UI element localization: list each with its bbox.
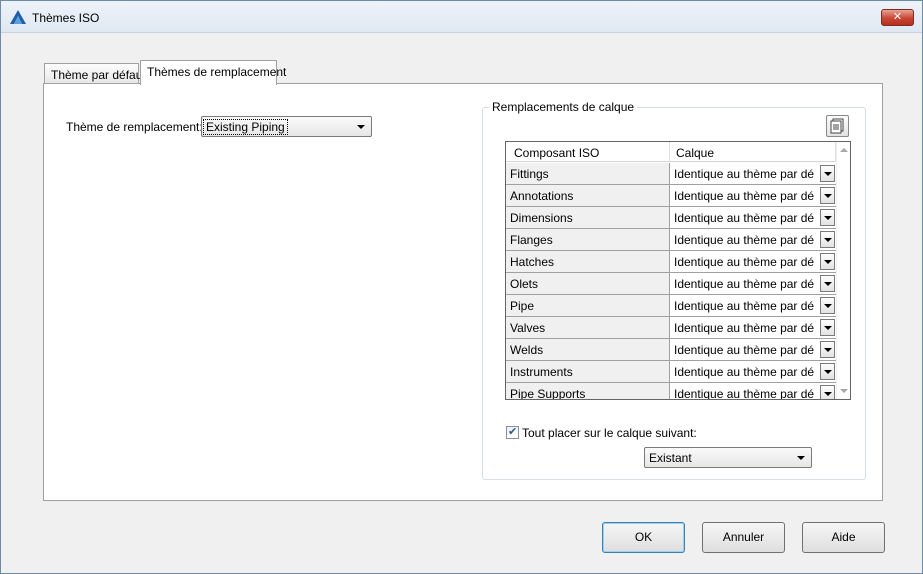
layer-value: Identique au thème par défaut [674, 387, 814, 400]
autocad-logo-icon [10, 10, 26, 24]
component-cell: Hatches [506, 251, 670, 272]
window-title: Thèmes ISO [32, 11, 100, 25]
chevron-down-icon [824, 172, 832, 176]
close-button[interactable]: ✕ [881, 9, 914, 26]
layer-cell[interactable]: Identique au thème par défaut [670, 383, 836, 400]
layer-value: Identique au thème par défaut [674, 321, 814, 335]
table-row: Annotations Identique au thème par défau… [506, 185, 836, 207]
layer-dropdown-button[interactable] [820, 253, 835, 270]
chevron-down-icon [824, 304, 832, 308]
table-row: Olets Identique au thème par défaut [506, 273, 836, 295]
scroll-up-icon[interactable] [840, 148, 848, 152]
tab-default-theme[interactable]: Thème par défaut [44, 63, 146, 84]
dialog-window: Thèmes ISO ✕ Thème par défaut Thèmes de … [0, 0, 923, 574]
table-row: Hatches Identique au thème par défaut [506, 251, 836, 273]
table-row: Dimensions Identique au thème par défaut [506, 207, 836, 229]
override-theme-label: Thème de remplacement: [66, 120, 203, 134]
chevron-down-icon [797, 456, 805, 460]
chevron-down-icon [824, 392, 832, 396]
scroll-down-icon[interactable] [840, 389, 848, 393]
tab-label: Thème par défaut [51, 68, 146, 82]
layer-cell[interactable]: Identique au thème par défaut [670, 273, 836, 294]
layer-value: Identique au thème par défaut [674, 189, 814, 203]
component-cell: Annotations [506, 185, 670, 206]
layer-dropdown-button[interactable] [820, 319, 835, 336]
component-cell: Instruments [506, 361, 670, 382]
component-cell: Welds [506, 339, 670, 360]
component-cell: Pipe [506, 295, 670, 316]
component-cell: Valves [506, 317, 670, 338]
table-row: Fittings Identique au thème par défaut [506, 163, 836, 185]
place-all-label[interactable]: Tout placer sur le calque suivant: [522, 426, 697, 440]
layer-overrides-table: Composant ISO Calque Fittings Identique … [505, 141, 851, 400]
checkmark-icon: ✔ [508, 426, 518, 438]
layer-dropdown-button[interactable] [820, 187, 835, 204]
tab-label: Thèmes de remplacement [147, 65, 287, 79]
place-all-checkbox[interactable]: ✔ [506, 426, 519, 439]
layer-dropdown-button[interactable] [820, 385, 835, 399]
layer-manager-button[interactable] [826, 115, 849, 137]
layer-cell[interactable]: Identique au thème par défaut [670, 317, 836, 338]
layer-cell[interactable]: Identique au thème par défaut [670, 207, 836, 228]
chevron-down-icon [824, 348, 832, 352]
layer-cell[interactable]: Identique au thème par défaut [670, 295, 836, 316]
chevron-down-icon [357, 125, 365, 129]
layer-dropdown-button[interactable] [820, 231, 835, 248]
tab-override-themes[interactable]: Thèmes de remplacement [140, 60, 286, 85]
layer-dropdown-button[interactable] [820, 341, 835, 358]
layer-dropdown-button[interactable] [820, 275, 835, 292]
chevron-down-icon [824, 326, 832, 330]
table-row: Pipe Supports Identique au thème par déf… [506, 383, 836, 400]
help-button[interactable]: Aide [802, 522, 885, 553]
chevron-down-icon [824, 282, 832, 286]
override-theme-value: Existing Piping [203, 119, 288, 135]
layer-value: Identique au thème par défaut [674, 299, 814, 313]
layer-stack-icon [830, 118, 844, 134]
table-row: Instruments Identique au thème par défau… [506, 361, 836, 383]
layer-value: Identique au thème par défaut [674, 365, 814, 379]
column-header-component[interactable]: Composant ISO [506, 142, 670, 162]
layer-value: Identique au thème par défaut [674, 233, 814, 247]
component-cell: Flanges [506, 229, 670, 250]
table-header: Composant ISO Calque [506, 142, 836, 162]
cancel-button[interactable]: Annuler [702, 522, 785, 553]
layer-value: Identique au thème par défaut [674, 343, 814, 357]
layer-cell[interactable]: Identique au thème par défaut [670, 251, 836, 272]
close-icon: ✕ [892, 11, 903, 23]
table-row: Valves Identique au thème par défaut [506, 317, 836, 339]
component-cell: Dimensions [506, 207, 670, 228]
layer-cell[interactable]: Identique au thème par défaut [670, 229, 836, 250]
layer-cell[interactable]: Identique au thème par défaut [670, 339, 836, 360]
layer-cell[interactable]: Identique au thème par défaut [670, 361, 836, 382]
layer-dropdown-button[interactable] [820, 165, 835, 182]
layer-value: Identique au thème par défaut [674, 167, 814, 181]
layer-cell[interactable]: Identique au thème par défaut [670, 185, 836, 206]
layer-dropdown-button[interactable] [820, 363, 835, 380]
target-layer-value: Existant [649, 451, 692, 465]
column-header-layer[interactable]: Calque [670, 142, 836, 162]
table-row: Welds Identique au thème par défaut [506, 339, 836, 361]
override-theme-dropdown[interactable]: Existing Piping [201, 116, 372, 137]
layer-value: Identique au thème par défaut [674, 277, 814, 291]
component-cell: Fittings [506, 163, 670, 184]
target-layer-dropdown[interactable]: Existant [644, 447, 812, 468]
component-cell: Pipe Supports [506, 383, 670, 399]
chevron-down-icon [824, 370, 832, 374]
table-vertical-scrollbar[interactable] [836, 142, 850, 399]
table-row: Flanges Identique au thème par défaut [506, 229, 836, 251]
ok-button[interactable]: OK [602, 522, 685, 553]
layer-overrides-title: Remplacements de calque [489, 100, 638, 114]
layer-dropdown-button[interactable] [820, 209, 835, 226]
layer-cell[interactable]: Identique au thème par défaut [670, 163, 836, 184]
chevron-down-icon [824, 216, 832, 220]
chevron-down-icon [824, 194, 832, 198]
chevron-down-icon [824, 260, 832, 264]
layer-value: Identique au thème par défaut [674, 255, 814, 269]
table-row: Pipe Identique au thème par défaut [506, 295, 836, 317]
title-bar[interactable]: Thèmes ISO ✕ [1, 1, 922, 33]
chevron-down-icon [824, 238, 832, 242]
layer-value: Identique au thème par défaut [674, 211, 814, 225]
layer-dropdown-button[interactable] [820, 297, 835, 314]
component-cell: Olets [506, 273, 670, 294]
